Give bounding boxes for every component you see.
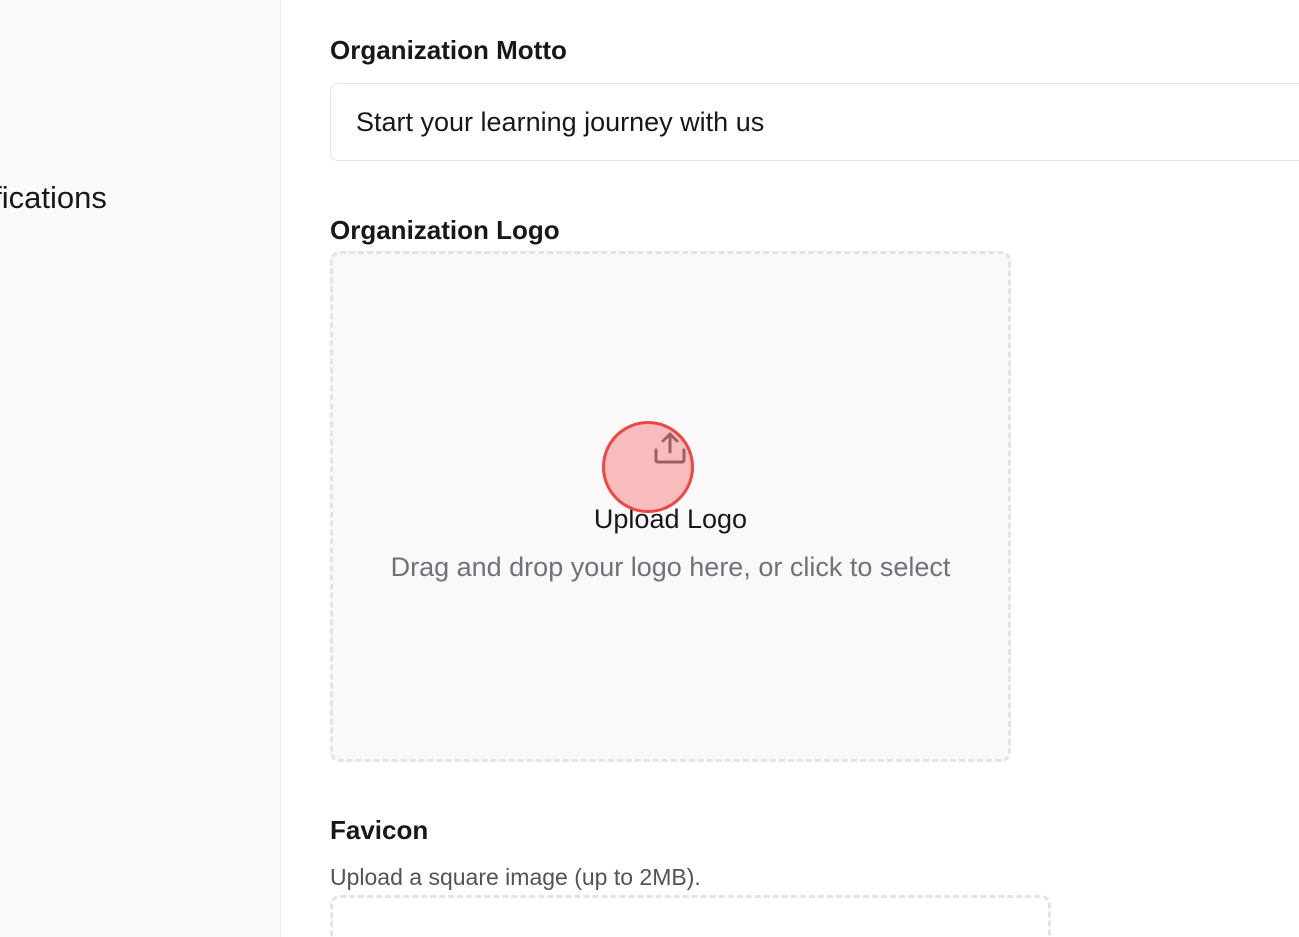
settings-sidebar: Notifications (0, 0, 281, 937)
organization-logo-label: Organization Logo (330, 215, 560, 245)
favicon-description: Upload a square image (up to 2MB). (330, 864, 701, 890)
upload-logo-hint: Drag and drop your logo here, or click t… (390, 552, 951, 582)
favicon-dropzone[interactable] (330, 895, 1051, 937)
settings-main: Organization Motto Organization Logo Upl… (282, 0, 1299, 937)
organization-motto-input[interactable] (330, 83, 1299, 161)
settings-page: Notifications Organization Motto Organiz… (0, 0, 1299, 937)
favicon-label: Favicon (330, 815, 429, 845)
organization-motto-label: Organization Motto (330, 35, 567, 65)
upload-icon (654, 432, 686, 464)
sidebar-item-notifications[interactable]: Notifications (0, 176, 281, 220)
upload-logo-title: Upload Logo (593, 504, 748, 534)
sidebar-item-label: Notifications (0, 180, 107, 215)
logo-dropzone[interactable]: Upload Logo Drag and drop your logo here… (330, 251, 1011, 762)
